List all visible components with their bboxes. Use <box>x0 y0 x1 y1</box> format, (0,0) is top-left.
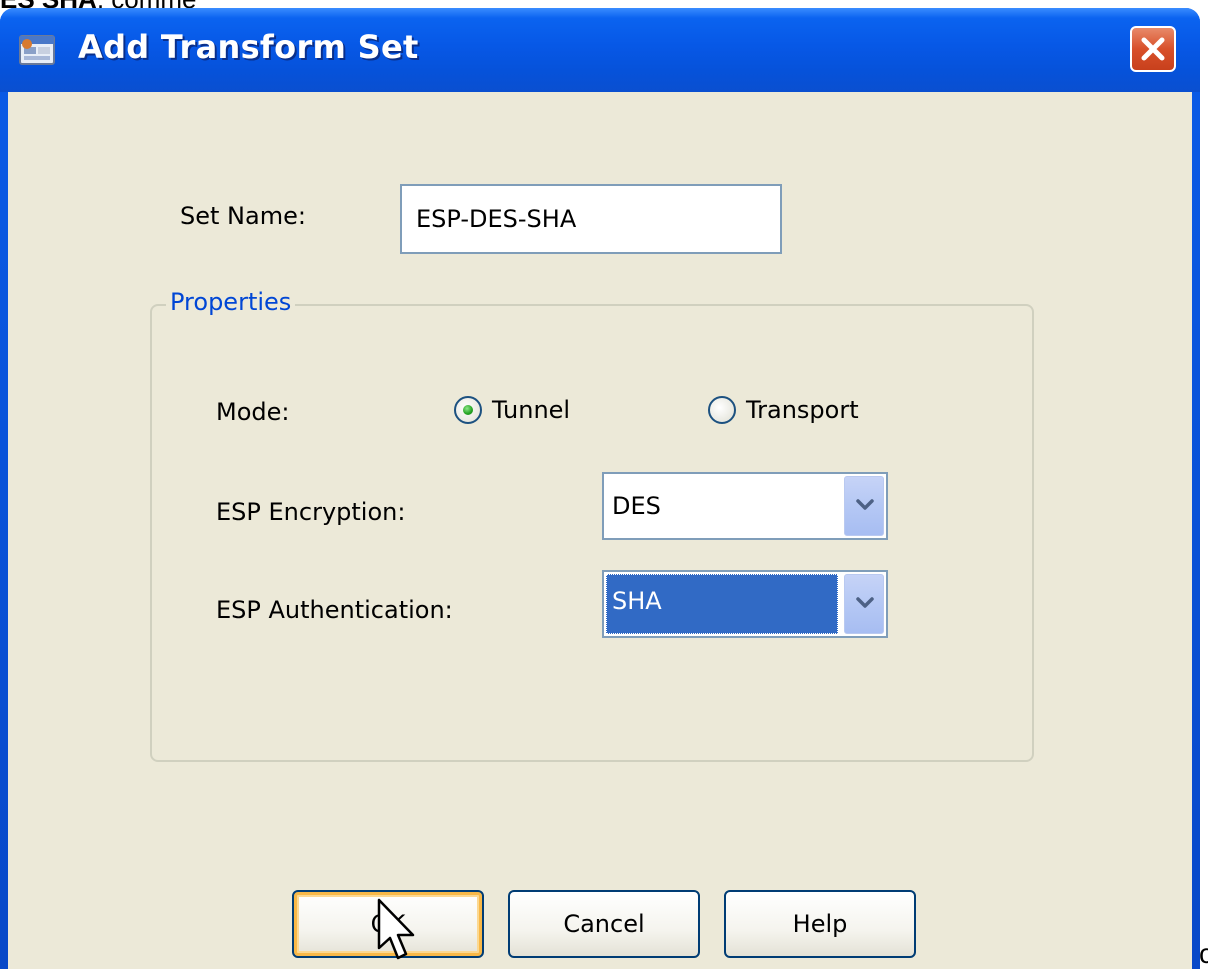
background-document-text-edge: c <box>1199 938 1208 969</box>
set-name-field[interactable] <box>400 184 782 254</box>
esp-authentication-value: SHA <box>612 587 662 615</box>
radio-tunnel[interactable]: Tunnel <box>454 396 570 424</box>
esp-encryption-label: ESP Encryption: <box>216 498 406 526</box>
properties-group-title: Properties <box>166 288 296 316</box>
esp-authentication-select[interactable]: SHA <box>602 570 888 638</box>
properties-group <box>150 304 1034 762</box>
close-x-icon <box>1141 37 1165 61</box>
transform-set-app-icon <box>18 32 58 68</box>
radio-button-unselected[interactable] <box>708 396 736 424</box>
dialog-body: Set Name: Properties Mode: Tunnel Transp… <box>8 92 1192 969</box>
esp-authentication-label: ESP Authentication: <box>216 596 453 624</box>
chevron-down-icon <box>856 597 874 608</box>
esp-encryption-dropdown-button[interactable] <box>844 476 884 536</box>
esp-encryption-select[interactable]: DES <box>602 472 888 540</box>
esp-encryption-value: DES <box>612 492 661 520</box>
set-name-input[interactable] <box>402 186 780 252</box>
radio-transport-label: Transport <box>746 396 859 424</box>
chevron-down-icon <box>856 499 874 510</box>
radio-tunnel-label: Tunnel <box>492 396 571 424</box>
set-name-label: Set Name: <box>180 202 306 230</box>
title-bar[interactable]: Add Transform Set <box>0 8 1200 92</box>
mouse-pointer-icon <box>377 898 415 960</box>
esp-authentication-dropdown-button[interactable] <box>844 574 884 634</box>
add-transform-set-dialog: Add Transform Set Set Name: Properties M… <box>0 8 1200 969</box>
cancel-button[interactable]: Cancel <box>508 890 700 958</box>
mode-label: Mode: <box>216 398 290 426</box>
help-button[interactable]: Help <box>724 890 916 958</box>
radio-transport[interactable]: Transport <box>708 396 859 424</box>
window-title: Add Transform Set <box>78 28 419 66</box>
radio-button-selected[interactable] <box>454 396 482 424</box>
close-button[interactable] <box>1130 26 1176 72</box>
